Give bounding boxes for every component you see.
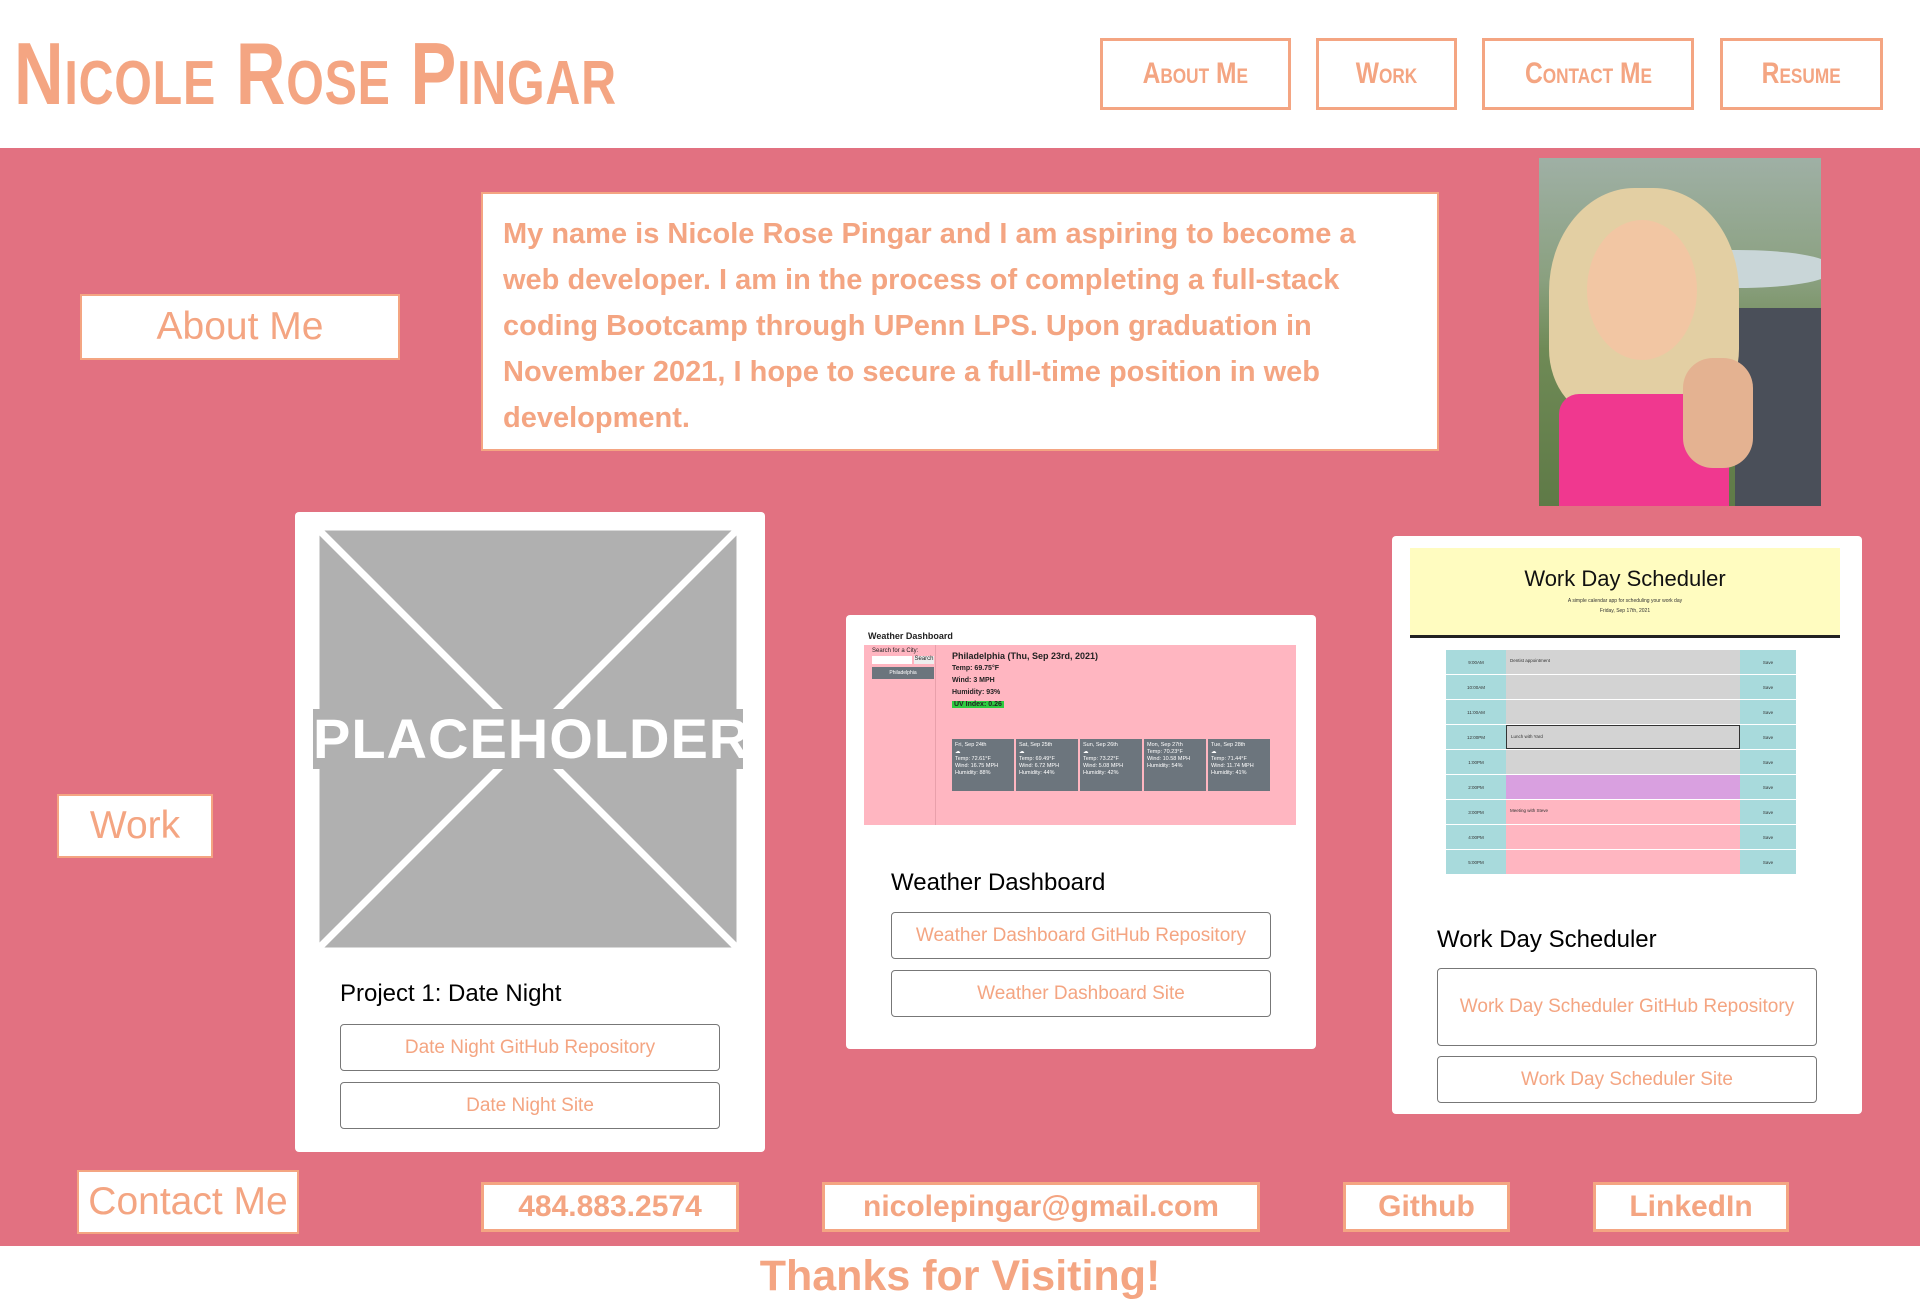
project-title: Weather Dashboard <box>891 869 1106 896</box>
nav-contact-me-button[interactable]: Contact Me <box>1482 38 1694 110</box>
date-night-repo-button[interactable]: Date Night GitHub Repository <box>340 1024 720 1071</box>
contact-email-link[interactable]: nicolepingar@gmail.com <box>822 1182 1260 1232</box>
project-card-date-night: PLACEHOLDER Project 1: Date Night Date N… <box>295 512 765 1152</box>
site-title: Nicole Rose Pingar <box>14 24 617 123</box>
nav-about-me-button[interactable]: About Me <box>1100 38 1291 110</box>
contact-phone-link[interactable]: 484.883.2574 <box>481 1182 739 1232</box>
work-heading: Work <box>57 794 213 858</box>
weather-dashboard-site-button[interactable]: Weather Dashboard Site <box>891 970 1271 1017</box>
date-night-site-button[interactable]: Date Night Site <box>340 1082 720 1129</box>
site-header: Nicole Rose Pingar About Me Work Contact… <box>0 0 1920 148</box>
work-day-scheduler-site-button[interactable]: Work Day Scheduler Site <box>1437 1056 1817 1103</box>
work-day-scheduler-screenshot: Work Day Scheduler A simple calendar app… <box>1410 548 1840 888</box>
project-title: Work Day Scheduler <box>1437 926 1657 953</box>
contact-me-heading: Contact Me <box>77 1170 299 1234</box>
nav-work-button[interactable]: Work <box>1316 38 1457 110</box>
github-link[interactable]: Github <box>1343 1182 1510 1232</box>
weather-app-title: Weather Dashboard <box>868 631 953 641</box>
weather-dashboard-repo-button[interactable]: Weather Dashboard GitHub Repository <box>891 912 1271 959</box>
work-day-scheduler-repo-button[interactable]: Work Day Scheduler GitHub Repository <box>1437 968 1817 1046</box>
footer-message: Thanks for Visiting! <box>759 1252 1161 1300</box>
weather-dashboard-screenshot: Weather Dashboard Search for a City: Sea… <box>864 629 1296 825</box>
about-me-text: My name is Nicole Rose Pingar and I am a… <box>481 192 1439 451</box>
nav-resume-button[interactable]: Resume <box>1720 38 1883 110</box>
scheduler-rows: 9:00AM Dentist appointment Save 10:00AM Sav… <box>1446 650 1796 875</box>
about-me-heading: About Me <box>80 294 400 360</box>
main-content: About Me My name is Nicole Rose Pingar a… <box>0 148 1920 1246</box>
project-card-weather-dashboard: Weather Dashboard Search for a City: Sea… <box>846 615 1316 1049</box>
profile-photo <box>1539 158 1821 506</box>
project-title: Project 1: Date Night <box>340 980 562 1007</box>
site-footer: Thanks for Visiting! <box>0 1246 1920 1311</box>
project-card-work-day-scheduler: Work Day Scheduler A simple calendar app… <box>1392 536 1862 1114</box>
project-placeholder-image: PLACEHOLDER <box>313 524 743 954</box>
placeholder-label: PLACEHOLDER <box>313 707 743 770</box>
linkedin-link[interactable]: LinkedIn <box>1593 1182 1789 1232</box>
